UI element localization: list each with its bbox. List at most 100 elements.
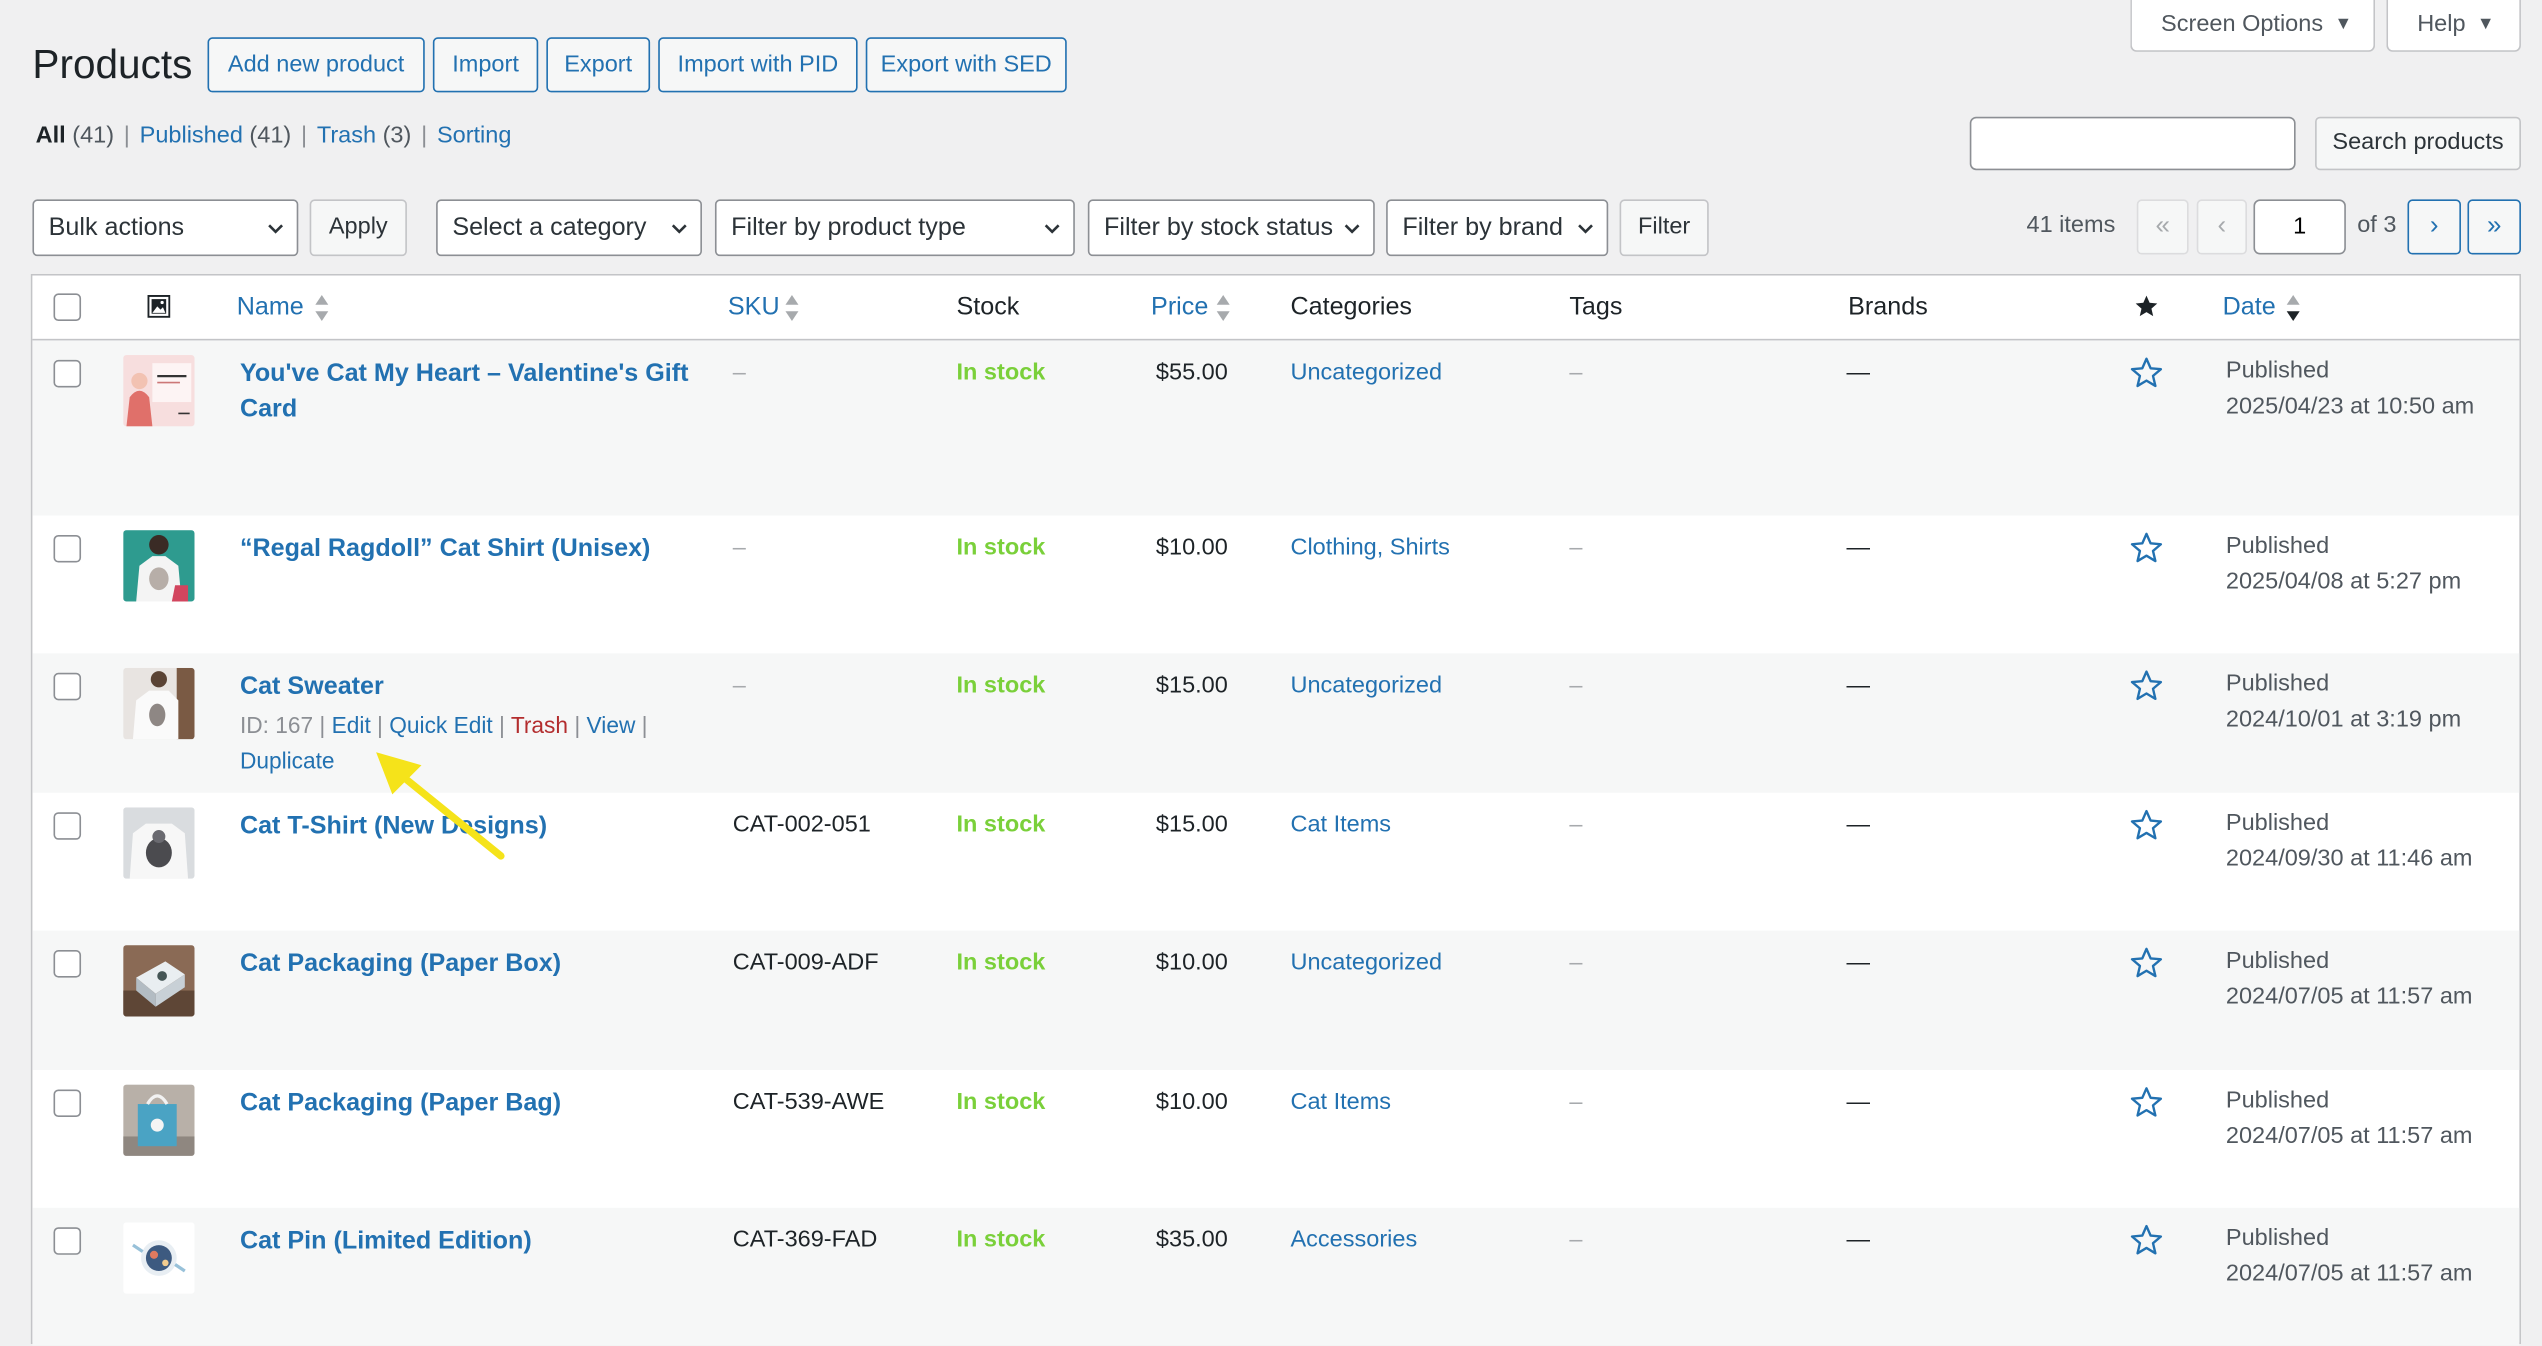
chevron-down-icon: [1344, 224, 1360, 234]
featured-star-icon[interactable]: [2133, 293, 2159, 319]
post-status: Published: [2225, 948, 2330, 975]
sort-icon[interactable]: [785, 293, 800, 322]
stock-status: In stock: [956, 812, 1046, 839]
product-thumbnail[interactable]: [123, 667, 195, 740]
column-sku[interactable]: SKU: [728, 292, 780, 324]
column-brands: Brands: [1848, 293, 1928, 321]
current-page-input[interactable]: [2253, 199, 2346, 255]
search-products-button[interactable]: Search products: [2315, 116, 2521, 171]
product-type-label: Filter by product type: [731, 213, 966, 242]
column-tags: Tags: [1569, 293, 1623, 321]
product-thumbnail[interactable]: [123, 355, 195, 427]
product-name-link[interactable]: Cat Sweater: [240, 670, 694, 706]
sku: –: [732, 672, 746, 699]
date-cell: Published 2024/07/05 at 11:57 am: [2226, 1222, 2473, 1292]
category-link[interactable]: Accessories: [1290, 1224, 1417, 1256]
sku: –: [732, 359, 746, 386]
product-thumbnail[interactable]: [123, 1084, 195, 1156]
column-date[interactable]: Date: [2223, 292, 2276, 324]
product-thumbnail[interactable]: [123, 807, 195, 879]
duplicate-link[interactable]: Duplicate: [240, 747, 335, 773]
sort-desc-icon[interactable]: [2286, 293, 2301, 322]
table-row: You've Cat My Heart – Valentine's Gift C…: [32, 340, 2520, 516]
category-link[interactable]: Cat Items: [1290, 1086, 1391, 1118]
date-cell: Published 2025/04/08 at 5:27 pm: [2226, 530, 2461, 600]
sort-icon[interactable]: [1216, 293, 1231, 322]
column-name[interactable]: Name: [237, 292, 304, 324]
view-all[interactable]: All: [36, 123, 66, 149]
select-all-checkbox[interactable]: [53, 293, 82, 321]
table-row: Cat Packaging (Paper Box) CAT-009-ADF In…: [32, 930, 2520, 1070]
product-type-select[interactable]: Filter by product type: [714, 199, 1075, 257]
product-name-link[interactable]: Cat Packaging (Paper Bag): [240, 1086, 694, 1122]
row-checkbox[interactable]: [53, 812, 82, 840]
screen-options-tab[interactable]: Screen Options ▼: [2130, 0, 2376, 52]
star-outline-icon[interactable]: [2129, 530, 2165, 566]
bulk-actions-label: Bulk actions: [48, 213, 185, 242]
export-with-sed-button[interactable]: Export with SED: [865, 37, 1067, 93]
star-outline-icon[interactable]: [2129, 807, 2165, 843]
category-link[interactable]: Cat Items: [1290, 809, 1391, 841]
sku: CAT-002-051: [732, 812, 871, 839]
column-stock: Stock: [956, 293, 1020, 321]
category-select[interactable]: Select a category: [436, 199, 702, 257]
star-outline-icon[interactable]: [2129, 945, 2165, 981]
next-page-button[interactable]: ›: [2407, 199, 2461, 255]
product-thumbnail[interactable]: [123, 1222, 195, 1294]
row-checkbox[interactable]: [53, 672, 82, 701]
view-link[interactable]: View: [587, 712, 636, 738]
row-checkbox[interactable]: [53, 359, 82, 388]
star-outline-icon[interactable]: [2129, 1222, 2165, 1258]
view-published-count: (41): [249, 123, 292, 150]
post-status: Published: [2225, 358, 2330, 385]
view-trash[interactable]: Trash: [317, 123, 376, 149]
chevron-down-icon: [1044, 224, 1060, 234]
tags: –: [1569, 534, 1583, 561]
column-price[interactable]: Price: [1151, 292, 1208, 324]
stock-status-label: Filter by stock status: [1104, 213, 1334, 242]
product-name-link[interactable]: Cat Pin (Limited Edition): [240, 1224, 694, 1260]
apply-button[interactable]: Apply: [309, 199, 407, 257]
row-checkbox[interactable]: [53, 534, 82, 563]
items-count: 41 items: [2026, 212, 2116, 239]
caret-down-icon: ▼: [2476, 14, 2495, 35]
row-checkbox[interactable]: [53, 1089, 82, 1118]
help-tab[interactable]: Help ▼: [2386, 0, 2521, 52]
category-link[interactable]: Clothing, Shirts: [1290, 532, 1449, 564]
post-status: Published: [2225, 1225, 2330, 1252]
category-link[interactable]: Uncategorized: [1290, 357, 1442, 389]
price: $55.00: [1155, 359, 1228, 386]
view-sorting[interactable]: Sorting: [437, 123, 511, 149]
separator: |: [574, 711, 581, 738]
post-status: Published: [2225, 671, 2330, 698]
product-thumbnail[interactable]: [123, 945, 195, 1017]
star-outline-icon[interactable]: [2129, 1085, 2165, 1121]
brands: —: [1846, 672, 1871, 699]
tags: –: [1569, 359, 1583, 386]
product-name-link[interactable]: You've Cat My Heart – Valentine's Gift C…: [240, 357, 694, 428]
import-with-pid-button[interactable]: Import with PID: [658, 37, 858, 93]
category-link[interactable]: Uncategorized: [1290, 947, 1442, 979]
trash-link[interactable]: Trash: [511, 712, 568, 738]
star-outline-icon[interactable]: [2129, 668, 2165, 704]
row-checkbox[interactable]: [53, 1227, 82, 1255]
brand-select[interactable]: Filter by brand: [1386, 199, 1609, 257]
product-name-link[interactable]: “Regal Ragdoll” Cat Shirt (Unisex): [240, 532, 694, 568]
row-checkbox[interactable]: [53, 950, 82, 978]
product-thumbnail[interactable]: [123, 530, 195, 602]
add-new-product-button[interactable]: Add new product: [207, 37, 425, 93]
product-name-link[interactable]: Cat Packaging (Paper Box): [240, 947, 694, 983]
bulk-actions-select[interactable]: Bulk actions: [32, 199, 299, 257]
stock-status: In stock: [956, 1089, 1046, 1116]
last-page-button[interactable]: »: [2467, 199, 2521, 255]
view-published[interactable]: Published: [140, 123, 243, 149]
star-outline-icon[interactable]: [2129, 355, 2165, 391]
category-link[interactable]: Uncategorized: [1290, 670, 1442, 702]
sort-icon[interactable]: [315, 293, 330, 322]
search-input[interactable]: [1969, 116, 2296, 171]
export-button[interactable]: Export: [546, 37, 651, 93]
filter-button[interactable]: Filter: [1619, 199, 1709, 257]
brand-select-label: Filter by brand: [1402, 213, 1563, 242]
stock-status-select[interactable]: Filter by stock status: [1087, 199, 1375, 257]
import-button[interactable]: Import: [432, 37, 539, 93]
